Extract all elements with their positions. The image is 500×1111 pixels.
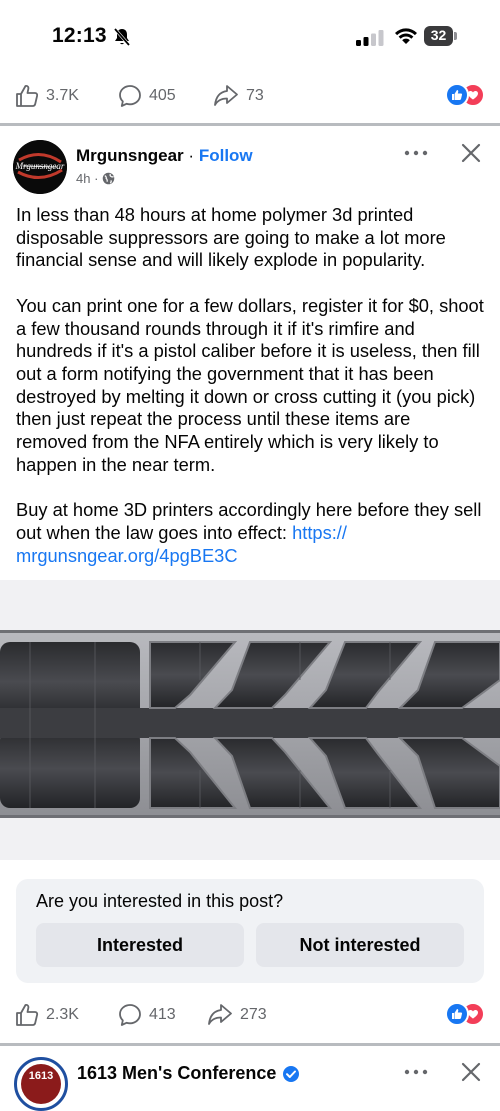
wifi-icon	[395, 28, 417, 44]
author-name[interactable]: Mrgunsngear	[76, 146, 184, 165]
post-meta: 4h ·	[76, 171, 115, 186]
feed-divider	[0, 1043, 500, 1046]
like-count: 3.7K	[46, 87, 79, 104]
suppressor-cross-section-image	[0, 580, 500, 860]
next-post-author[interactable]: 1613 Men's Conference	[77, 1063, 276, 1084]
status-bar: 12:13 32	[0, 0, 500, 74]
reaction-emoji-icon[interactable]	[444, 1002, 486, 1026]
post-paragraph: You can print one for a few dollars, reg…	[16, 294, 484, 475]
not-interested-button[interactable]: Not interested	[256, 923, 464, 967]
post-paragraph: Buy at home 3D printers accordingly here…	[16, 499, 486, 567]
comment-icon	[119, 85, 141, 107]
svg-text:Mrgunsngear: Mrgunsngear	[15, 161, 65, 171]
reaction-emoji-icon[interactable]	[444, 83, 486, 107]
share-button[interactable]: 273	[206, 990, 267, 1040]
feed-divider	[0, 123, 500, 126]
like-button[interactable]: 3.7K	[14, 71, 79, 121]
share-button[interactable]: 73	[212, 71, 264, 121]
status-time: 12:13	[52, 24, 107, 47]
interested-button[interactable]: Interested	[36, 923, 244, 967]
post-body: In less than 48 hours at home polymer 3d…	[16, 204, 486, 567]
comment-count: 413	[149, 1006, 176, 1023]
next-post-avatar[interactable]: 1613	[14, 1057, 68, 1111]
interest-survey: Are you interested in this post? Interes…	[16, 879, 484, 983]
thumbs-up-icon	[16, 1004, 39, 1026]
cellular-signal-icon	[356, 30, 384, 46]
avatar-logo-image: Mrgunsngear	[13, 140, 67, 194]
previous-post-actions: 3.7K 405 73	[0, 71, 500, 121]
comment-button[interactable]: 413	[117, 990, 176, 1040]
share-arrow-icon	[214, 85, 238, 106]
comment-icon	[119, 1004, 141, 1026]
close-icon[interactable]	[458, 1059, 484, 1085]
author-separator: ·	[188, 146, 195, 165]
battery-indicator: 32	[424, 26, 458, 46]
silent-bell-icon	[113, 28, 131, 46]
author-avatar[interactable]: Mrgunsngear	[13, 140, 67, 194]
post-author-line: Mrgunsngear · Follow	[76, 146, 253, 166]
like-count: 2.3K	[46, 1006, 79, 1023]
battery-level: 32	[430, 27, 447, 43]
more-options-icon[interactable]	[402, 141, 430, 165]
more-options-icon[interactable]	[402, 1060, 430, 1084]
survey-question: Are you interested in this post?	[36, 891, 284, 911]
share-count: 273	[240, 1006, 267, 1023]
follow-button[interactable]: Follow	[199, 146, 253, 165]
verified-badge-icon	[283, 1065, 300, 1082]
post-paragraph-text: Buy at home 3D printers accordingly here…	[16, 499, 482, 543]
post-time[interactable]: 4h ·	[76, 171, 98, 186]
thumbs-up-icon	[16, 85, 39, 107]
share-count: 73	[246, 87, 264, 104]
close-icon[interactable]	[458, 140, 484, 166]
comment-count: 405	[149, 87, 176, 104]
post-paragraph: In less than 48 hours at home polymer 3d…	[16, 204, 446, 271]
next-post-author-line: 1613 Men's Conference	[77, 1063, 300, 1084]
post-actions: 2.3K 413 273	[0, 990, 500, 1040]
globe-icon	[103, 172, 115, 185]
comment-button[interactable]: 405	[117, 71, 176, 121]
share-arrow-icon	[208, 1004, 232, 1025]
like-button[interactable]: 2.3K	[14, 990, 79, 1040]
post-image[interactable]	[0, 580, 500, 860]
next-avatar-text: 1613	[21, 1064, 61, 1104]
